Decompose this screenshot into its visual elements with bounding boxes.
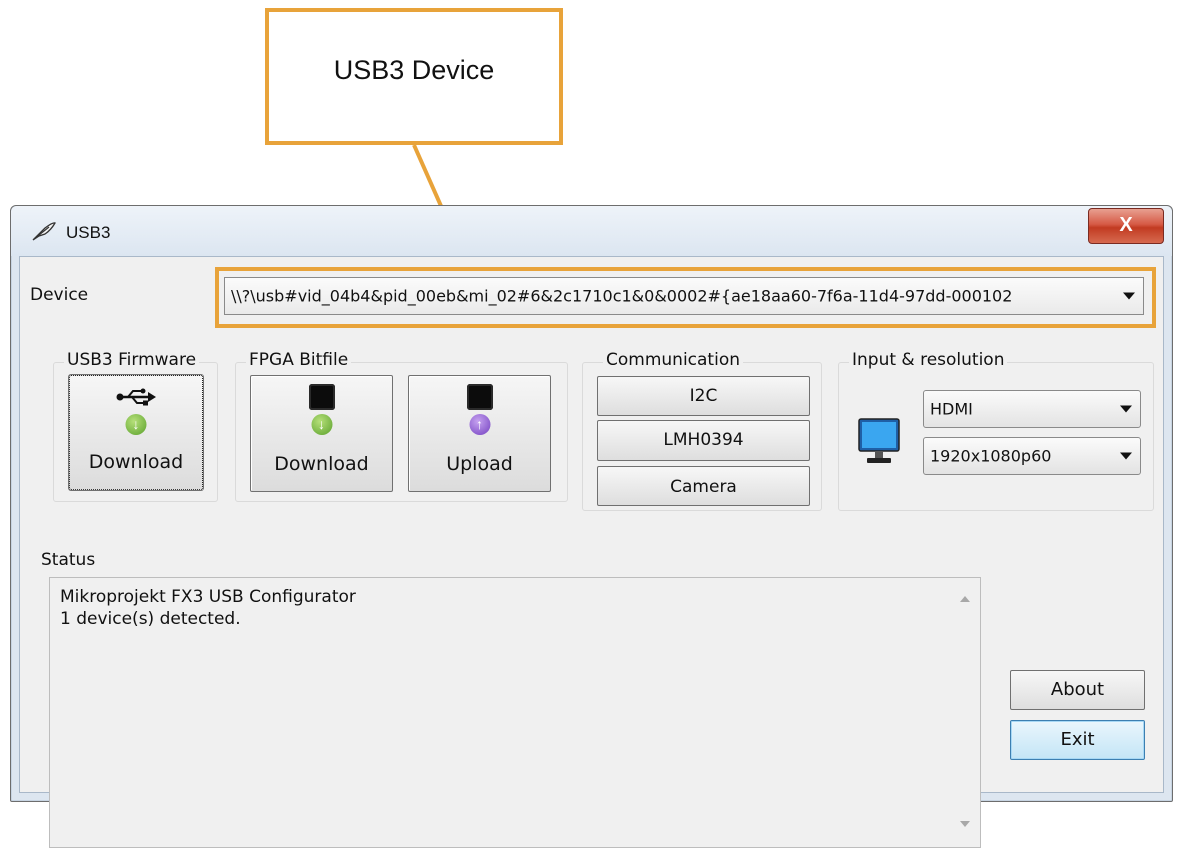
input-resolution-label: Input & resolution — [849, 350, 1008, 370]
fpga-bitfile-group: FPGA Bitfile ↓ Download ↑ Upload — [235, 350, 568, 502]
communication-label: Communication — [603, 350, 743, 370]
close-button[interactable]: X — [1088, 208, 1164, 244]
window-title: USB3 — [66, 223, 111, 242]
device-value: \\?\usb#vid_04b4&pid_00eb&mi_02#6&2c1710… — [231, 286, 1013, 306]
input-select[interactable]: HDMI — [923, 390, 1141, 428]
camera-button[interactable]: Camera — [597, 466, 810, 506]
title-bar: USB3 X — [11, 206, 1172, 256]
scroll-up-icon[interactable] — [960, 596, 970, 602]
communication-group: Communication I2C LMH0394 Camera — [582, 350, 822, 511]
status-text: Mikroprojekt FX3 USB Configurator 1 devi… — [60, 586, 356, 630]
chip-icon — [308, 384, 335, 410]
feather-icon — [32, 222, 56, 241]
lmh0394-button[interactable]: LMH0394 — [597, 420, 810, 461]
chip-icon — [466, 384, 493, 410]
monitor-icon — [858, 418, 900, 463]
usb3-window: USB3 X Device \\?\usb#vid_04b4&pid_00eb&… — [10, 205, 1173, 848]
device-label: Device — [30, 285, 89, 305]
usb-icon — [116, 388, 156, 406]
usb3-firmware-group: USB3 Firmware ↓ Download — [53, 350, 218, 502]
close-icon: X — [1119, 214, 1133, 236]
firmware-download-button[interactable]: ↓ Download — [69, 375, 203, 490]
usb3-firmware-label: USB3 Firmware — [64, 350, 200, 370]
about-button[interactable]: About — [1010, 670, 1145, 710]
download-arrow-icon: ↓ — [311, 414, 332, 435]
chevron-down-icon — [1123, 292, 1135, 300]
client-area: Device \\?\usb#vid_04b4&pid_00eb&mi_02#6… — [19, 256, 1164, 848]
fpga-bitfile-label: FPGA Bitfile — [246, 350, 352, 370]
chevron-down-icon — [1120, 405, 1132, 413]
device-select[interactable]: \\?\usb#vid_04b4&pid_00eb&mi_02#6&2c1710… — [224, 277, 1144, 315]
i2c-label: I2C — [689, 386, 718, 406]
download-arrow-icon: ↓ — [125, 414, 147, 435]
fpga-download-label: Download — [274, 453, 369, 475]
exit-button[interactable]: Exit — [1010, 720, 1145, 760]
status-label: Status — [41, 550, 96, 570]
fpga-upload-button[interactable]: ↑ Upload — [408, 375, 551, 492]
fpga-download-button[interactable]: ↓ Download — [250, 375, 393, 492]
fpga-upload-label: Upload — [446, 453, 513, 475]
scroll-down-icon[interactable] — [960, 821, 970, 827]
lmh0394-label: LMH0394 — [663, 430, 744, 450]
i2c-button[interactable]: I2C — [597, 376, 810, 416]
status-line: 1 device(s) detected. — [60, 609, 241, 629]
status-line: Mikroprojekt FX3 USB Configurator — [60, 587, 356, 607]
input-resolution-group: Input & resolution HDMI 1920x1080p60 — [838, 350, 1154, 511]
callout-text: USB3 Device — [333, 55, 495, 85]
input-value: HDMI — [930, 399, 973, 419]
firmware-download-label: Download — [88, 451, 184, 473]
usb3-device-callout: USB3 Device — [265, 8, 563, 145]
camera-label: Camera — [670, 477, 737, 497]
status-log[interactable]: Mikroprojekt FX3 USB Configurator 1 devi… — [49, 577, 981, 848]
resolution-select[interactable]: 1920x1080p60 — [923, 437, 1141, 475]
upload-arrow-icon: ↑ — [469, 414, 490, 435]
exit-label: Exit — [1060, 729, 1095, 750]
resolution-value: 1920x1080p60 — [930, 446, 1052, 466]
chevron-down-icon — [1120, 452, 1132, 460]
about-label: About — [1050, 679, 1105, 700]
